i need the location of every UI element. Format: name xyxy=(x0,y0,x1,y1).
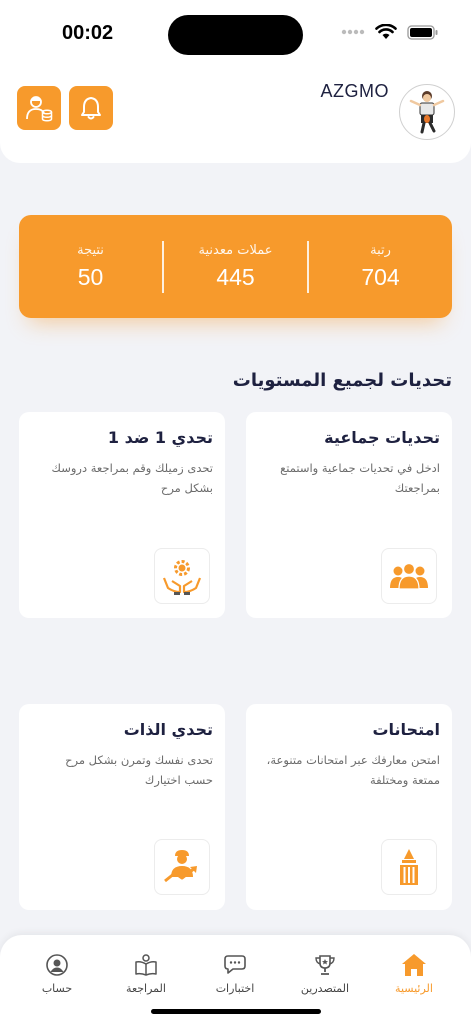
nav-quizzes[interactable]: اختبارات xyxy=(193,953,277,995)
stats-card: رتبة 704 عملات معدنية 445 نتيجة 50 xyxy=(19,215,452,318)
card-title: امتحانات xyxy=(372,720,440,739)
stat-score: نتيجة 50 xyxy=(19,215,162,318)
card-title: تحدي الذات xyxy=(123,720,213,739)
stat-label: نتيجة xyxy=(77,242,104,258)
stat-coins: عملات معدنية 445 xyxy=(164,215,307,318)
nav-label: المتصدرين xyxy=(300,982,350,995)
card-exams[interactable]: امتحانات امتحن معارفك عبر امتحانات متنوع… xyxy=(246,704,452,910)
card-title: تحديات جماعية xyxy=(324,428,440,447)
nav-account[interactable]: حساب xyxy=(15,953,99,995)
nav-label: اختبارات xyxy=(215,982,255,995)
header: AZGMO xyxy=(0,70,471,163)
card-title: تحدي 1 ضد 1 xyxy=(107,428,213,447)
card-description: تحدى زميلك وقم بمراجعة دروسك بشكل مرح xyxy=(51,461,213,496)
nav-label: حساب xyxy=(41,982,73,995)
nav-label: المراجعة xyxy=(126,982,166,995)
stat-label: رتبة xyxy=(370,242,391,258)
nav-review[interactable]: المراجعة xyxy=(104,953,188,995)
nav-home[interactable]: الرئيسية xyxy=(372,953,456,995)
divider xyxy=(162,240,164,293)
nav-leaderboard[interactable]: المتصدرين xyxy=(283,953,367,995)
bell-icon xyxy=(81,97,101,120)
home-icon xyxy=(402,954,426,976)
status-time: 00:02 xyxy=(62,22,114,44)
gear-hands-icon xyxy=(154,548,210,604)
signal-icon xyxy=(341,29,365,35)
section-title: تحديات لجميع المستويات xyxy=(232,370,452,391)
status-bar: 00:02 xyxy=(0,0,471,70)
group-icon xyxy=(381,548,437,604)
stat-rank: رتبة 704 xyxy=(309,215,452,318)
stat-value: 445 xyxy=(216,263,255,290)
battery-icon xyxy=(407,24,438,40)
divider xyxy=(307,240,309,293)
status-icons xyxy=(341,24,439,40)
username: AZGMO xyxy=(320,81,389,101)
nav-label: الرئيسية xyxy=(395,982,433,995)
person-growth-icon xyxy=(154,839,210,895)
trophy-icon xyxy=(315,955,335,975)
stat-value: 704 xyxy=(361,263,400,290)
card-self-challenge[interactable]: تحدي الذات تحدى نفسك وتمرن بشكل مرح حسب … xyxy=(19,704,225,910)
avatar-character-icon xyxy=(409,91,445,134)
card-description: ادخل في تحديات جماعية واستمتع بمراجعتك xyxy=(280,461,440,496)
chat-icon xyxy=(224,955,246,974)
avatar[interactable] xyxy=(399,84,455,140)
user-icon xyxy=(46,954,68,976)
notifications-button[interactable] xyxy=(69,86,113,130)
home-indicator xyxy=(151,1009,321,1014)
book-icon xyxy=(135,954,157,976)
wifi-icon xyxy=(375,24,397,39)
pencil-icon xyxy=(381,839,437,895)
dynamic-island xyxy=(168,15,303,55)
card-group-challenges[interactable]: تحديات جماعية ادخل في تحديات جماعية واست… xyxy=(246,412,452,618)
profile-coins-button[interactable] xyxy=(17,86,61,130)
user-coins-icon xyxy=(26,96,53,122)
stat-value: 50 xyxy=(77,263,104,290)
card-description: امتحن معارفك عبر امتحانات متنوعة، ممتعة … xyxy=(266,753,440,788)
stat-label: عملات معدنية xyxy=(198,242,273,258)
card-one-vs-one[interactable]: تحدي 1 ضد 1 تحدى زميلك وقم بمراجعة دروسك… xyxy=(19,412,225,618)
card-description: تحدى نفسك وتمرن بشكل مرح حسب اختيارك xyxy=(65,753,213,788)
